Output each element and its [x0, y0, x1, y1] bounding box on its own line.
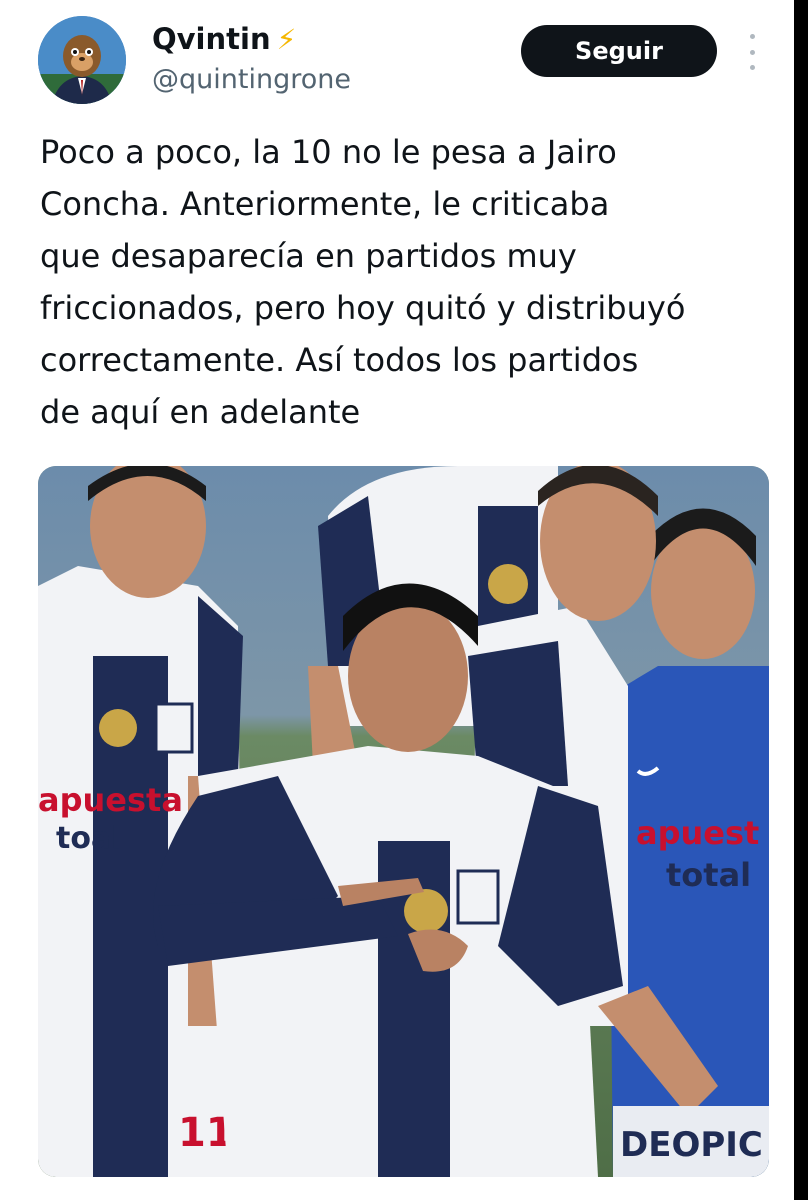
football-players-photo: apuesta toal 11 apuest total DEOPIC [38, 466, 769, 1177]
more-dot [749, 34, 755, 39]
author-name-text[interactable]: Qvintin [152, 22, 271, 56]
more-dot [749, 49, 755, 55]
lightning-bolt-icon: ⚡ [276, 22, 297, 56]
tweet-text: Poco a poco, la 10 no le pesa a Jairo Co… [40, 133, 686, 431]
more-options-icon[interactable] [742, 34, 762, 70]
tweet-photo[interactable]: apuesta toal 11 apuest total DEOPIC [38, 466, 769, 1177]
more-dot [749, 65, 755, 70]
tweet-card: Qvintin ⚡ @quintingrone Seguir Poco a po… [0, 0, 794, 1200]
advert-board-text: DEOPIC [620, 1125, 763, 1165]
author-handle[interactable]: @quintingrone [152, 64, 351, 95]
author-name[interactable]: Qvintin ⚡ [152, 22, 296, 56]
avatar-illustration [38, 16, 126, 104]
sponsor-right-line2: total [666, 856, 751, 894]
avatar[interactable] [38, 16, 126, 104]
advert-board: DEOPIC [613, 1106, 769, 1177]
follow-button[interactable]: Seguir [521, 25, 717, 77]
sponsor-left-line1: apuesta [38, 781, 183, 819]
sponsor-left-line2: toal [56, 821, 121, 856]
sponsor-right-line1: apuest [636, 814, 759, 852]
